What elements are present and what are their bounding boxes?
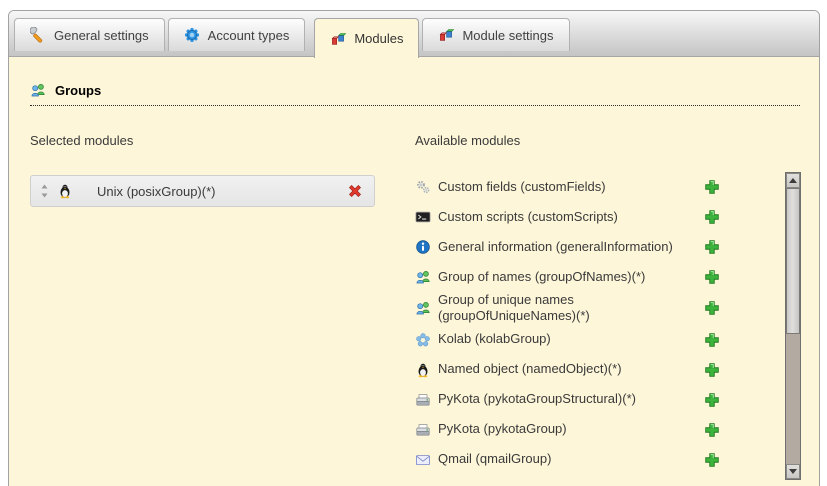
add-module-button[interactable] — [703, 421, 721, 439]
available-module-row: Custom scripts (customScripts) — [415, 202, 785, 232]
scrollbar-down-button[interactable] — [786, 464, 800, 479]
selected-modules-column: Selected modules Unix (posixGroup)(*) — [30, 133, 402, 480]
add-module-button[interactable] — [703, 331, 721, 349]
available-module-label: PyKota (pykotaGroup) — [438, 421, 703, 437]
tab-label: General settings — [54, 28, 149, 43]
available-module-row: Group of names (groupOfNames)(*) — [415, 262, 785, 292]
available-modules-column: Available modules Custom fields (customF… — [415, 133, 801, 480]
available-module-label: Qmail (qmailGroup) — [438, 451, 703, 467]
printer-icon — [415, 422, 431, 438]
available-module-label: Custom fields (customFields) — [438, 179, 703, 195]
available-modules-scrollbar[interactable] — [785, 172, 801, 480]
penguin-icon — [415, 362, 431, 378]
add-module-button[interactable] — [703, 178, 721, 196]
available-module-label: Group of unique names (groupOfUniqueName… — [438, 292, 703, 325]
available-module-label: PyKota (pykotaGroupStructural)(*) — [438, 391, 703, 407]
tab-label: Account types — [208, 28, 290, 43]
available-module-row: Named object (namedObject)(*) — [415, 355, 785, 385]
group-icon — [415, 269, 431, 285]
add-module-button[interactable] — [703, 299, 721, 317]
available-module-row: Qmail (qmailGroup) — [415, 445, 785, 475]
available-module-label: General information (generalInformation) — [438, 239, 703, 255]
tab-bar: General settings Account types Modules Modu… — [9, 11, 819, 57]
printer-icon — [415, 392, 431, 408]
add-module-button[interactable] — [703, 268, 721, 286]
kolab-icon — [415, 332, 431, 348]
available-module-label: Named object (namedObject)(*) — [438, 361, 703, 377]
add-module-button[interactable] — [703, 238, 721, 256]
available-module-label: Group of names (groupOfNames)(*) — [438, 269, 703, 285]
arrow-up-icon — [789, 178, 797, 183]
lam-configuration-window: General settings Account types Modules Modu… — [0, 0, 827, 486]
available-module-row: General information (generalInformation) — [415, 232, 785, 262]
selected-module-row[interactable]: Unix (posixGroup)(*) — [30, 175, 375, 207]
tab-label: Module settings — [462, 28, 553, 43]
arrow-down-icon — [789, 469, 797, 474]
add-module-button[interactable] — [703, 391, 721, 409]
gears-icon — [415, 179, 431, 195]
modules-icon — [438, 27, 454, 43]
available-module-row: Kolab (kolabGroup) — [415, 325, 785, 355]
available-module-row: PyKota (pykotaGroup) — [415, 415, 785, 445]
envelope-icon — [415, 452, 431, 468]
tab-general-settings[interactable]: General settings — [14, 18, 165, 51]
available-modules-wrap: Custom fields (customFields) Custom scrip… — [415, 172, 801, 480]
wrench-icon — [30, 27, 46, 43]
selected-modules-list: Unix (posixGroup)(*) — [30, 175, 402, 207]
drag-handle-icon[interactable] — [40, 184, 49, 198]
add-module-button[interactable] — [703, 208, 721, 226]
available-module-row: Group of unique names (groupOfUniqueName… — [415, 292, 785, 325]
selected-modules-heading: Selected modules — [30, 133, 402, 148]
section-title: Groups — [55, 83, 101, 98]
remove-module-button[interactable] — [346, 182, 364, 200]
scrollbar-up-button[interactable] — [786, 173, 800, 188]
available-modules-list: Custom fields (customFields) Custom scrip… — [415, 172, 785, 480]
modules-icon — [330, 31, 346, 47]
tab-account-types[interactable]: Account types — [168, 18, 306, 51]
gear-badge-icon — [184, 27, 200, 43]
tab-label: Modules — [354, 31, 403, 46]
available-module-row: Custom fields (customFields) — [415, 172, 785, 202]
settings-panel: General settings Account types Modules Modu… — [8, 10, 820, 486]
penguin-icon — [57, 183, 73, 199]
groups-icon — [30, 82, 46, 98]
add-module-button[interactable] — [703, 361, 721, 379]
add-module-button[interactable] — [703, 451, 721, 469]
modules-tab-content: Groups Selected modules Unix (posixGroup… — [9, 82, 819, 480]
selected-module-label: Unix (posixGroup)(*) — [97, 184, 346, 199]
module-columns: Selected modules Unix (posixGroup)(*) Av… — [30, 133, 801, 480]
tab-modules[interactable]: Modules — [314, 18, 419, 58]
tab-module-settings[interactable]: Module settings — [422, 18, 569, 51]
scrollbar-thumb[interactable] — [786, 188, 800, 334]
available-module-label: Custom scripts (customScripts) — [438, 209, 703, 225]
section-header: Groups — [30, 82, 800, 106]
terminal-icon — [415, 209, 431, 225]
available-modules-heading: Available modules — [415, 133, 801, 148]
available-module-row: PyKota (pykotaGroupStructural)(*) — [415, 385, 785, 415]
group-icon — [415, 300, 431, 316]
info-icon — [415, 239, 431, 255]
available-module-label: Kolab (kolabGroup) — [438, 331, 703, 347]
